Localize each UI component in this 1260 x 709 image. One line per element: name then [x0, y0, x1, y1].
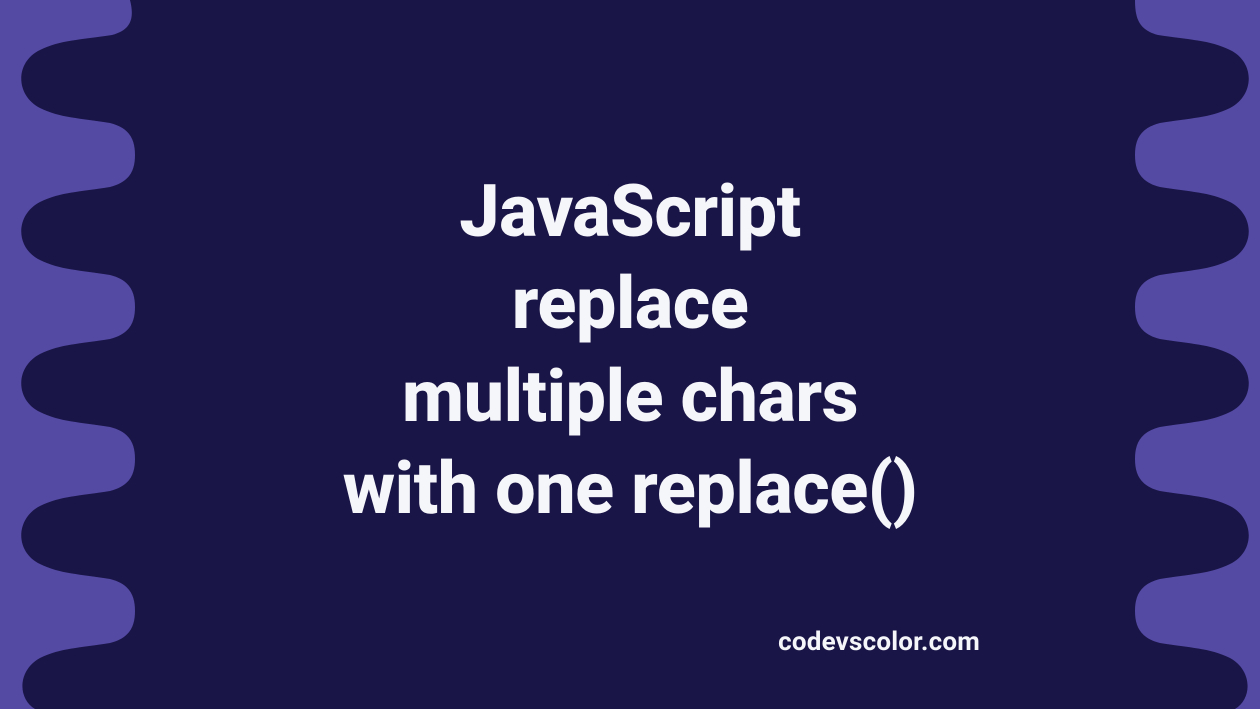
content-area: JavaScript replace multiple chars with o…	[0, 0, 1260, 709]
title-line-3: multiple chars	[402, 354, 858, 439]
title-line-1: JavaScript	[459, 169, 800, 254]
banner-title: JavaScript replace multiple chars with o…	[343, 166, 918, 535]
title-line-2: replace	[512, 261, 749, 346]
title-line-4: with one replace()	[343, 446, 918, 531]
credit-text: codevscolor.com	[778, 627, 980, 657]
